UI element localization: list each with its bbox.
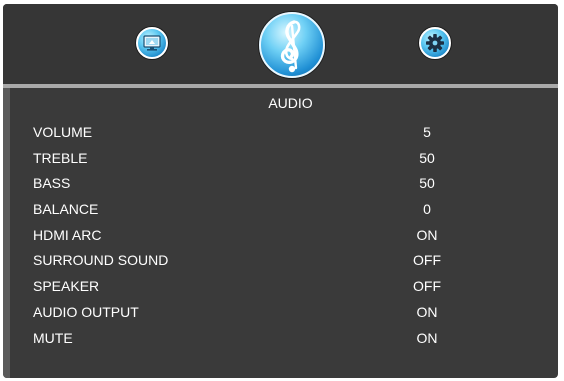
setting-label: AUDIO OUTPUT: [33, 303, 139, 320]
audio-tab[interactable]: [259, 12, 325, 78]
setting-value: 50: [419, 175, 435, 192]
setup-tab[interactable]: [419, 27, 451, 59]
setting-label: VOLUME: [33, 124, 93, 140]
picture-tab[interactable]: [136, 27, 168, 59]
setting-label: SPEAKER: [33, 278, 100, 295]
setting-row-balance[interactable]: BALANCE 0: [33, 197, 533, 223]
setting-label: SURROUND SOUND: [33, 252, 169, 269]
setting-row-speaker[interactable]: SPEAKER OFF: [33, 274, 533, 300]
setting-label: HDMI ARC: [33, 226, 102, 243]
setting-value: OFF: [413, 278, 441, 295]
panel-left-edge: [3, 88, 10, 378]
audio-settings-list: VOLUME 5 TREBLE 50 BASS 50 BALANCE 0 HDM…: [33, 120, 533, 351]
setting-row-volume[interactable]: VOLUME 5: [33, 120, 533, 146]
setting-row-mute[interactable]: MUTE ON: [33, 326, 533, 352]
setting-label: BASS: [33, 175, 71, 192]
setting-value: 5: [423, 124, 431, 140]
setting-value: ON: [416, 226, 438, 243]
music-note-icon: [280, 20, 301, 73]
setting-value: 50: [419, 149, 435, 166]
tv-menu-screen: AUDIO VOLUME 5 TREBLE 50 BASS 50 BALANCE…: [3, 4, 558, 378]
setting-row-audio-output[interactable]: AUDIO OUTPUT ON: [33, 300, 533, 326]
monitor-icon: [143, 35, 161, 51]
setting-row-surround-sound[interactable]: SURROUND SOUND OFF: [33, 248, 533, 274]
setting-value: ON: [416, 329, 438, 346]
setting-row-hdmi-arc[interactable]: HDMI ARC ON: [33, 223, 533, 249]
setting-value: 0: [423, 201, 431, 218]
setting-row-bass[interactable]: BASS 50: [33, 171, 533, 197]
gear-icon: [426, 34, 444, 52]
setting-value: OFF: [413, 252, 441, 269]
setting-label: TREBLE: [33, 149, 88, 166]
setting-row-treble[interactable]: TREBLE 50: [33, 146, 533, 172]
setting-label: BALANCE: [33, 201, 99, 218]
panel-title: AUDIO: [268, 95, 313, 111]
setting-value: ON: [416, 303, 438, 320]
menu-divider: [3, 84, 558, 88]
setting-label: MUTE: [33, 329, 73, 346]
menu-tab-bar: [3, 4, 558, 84]
